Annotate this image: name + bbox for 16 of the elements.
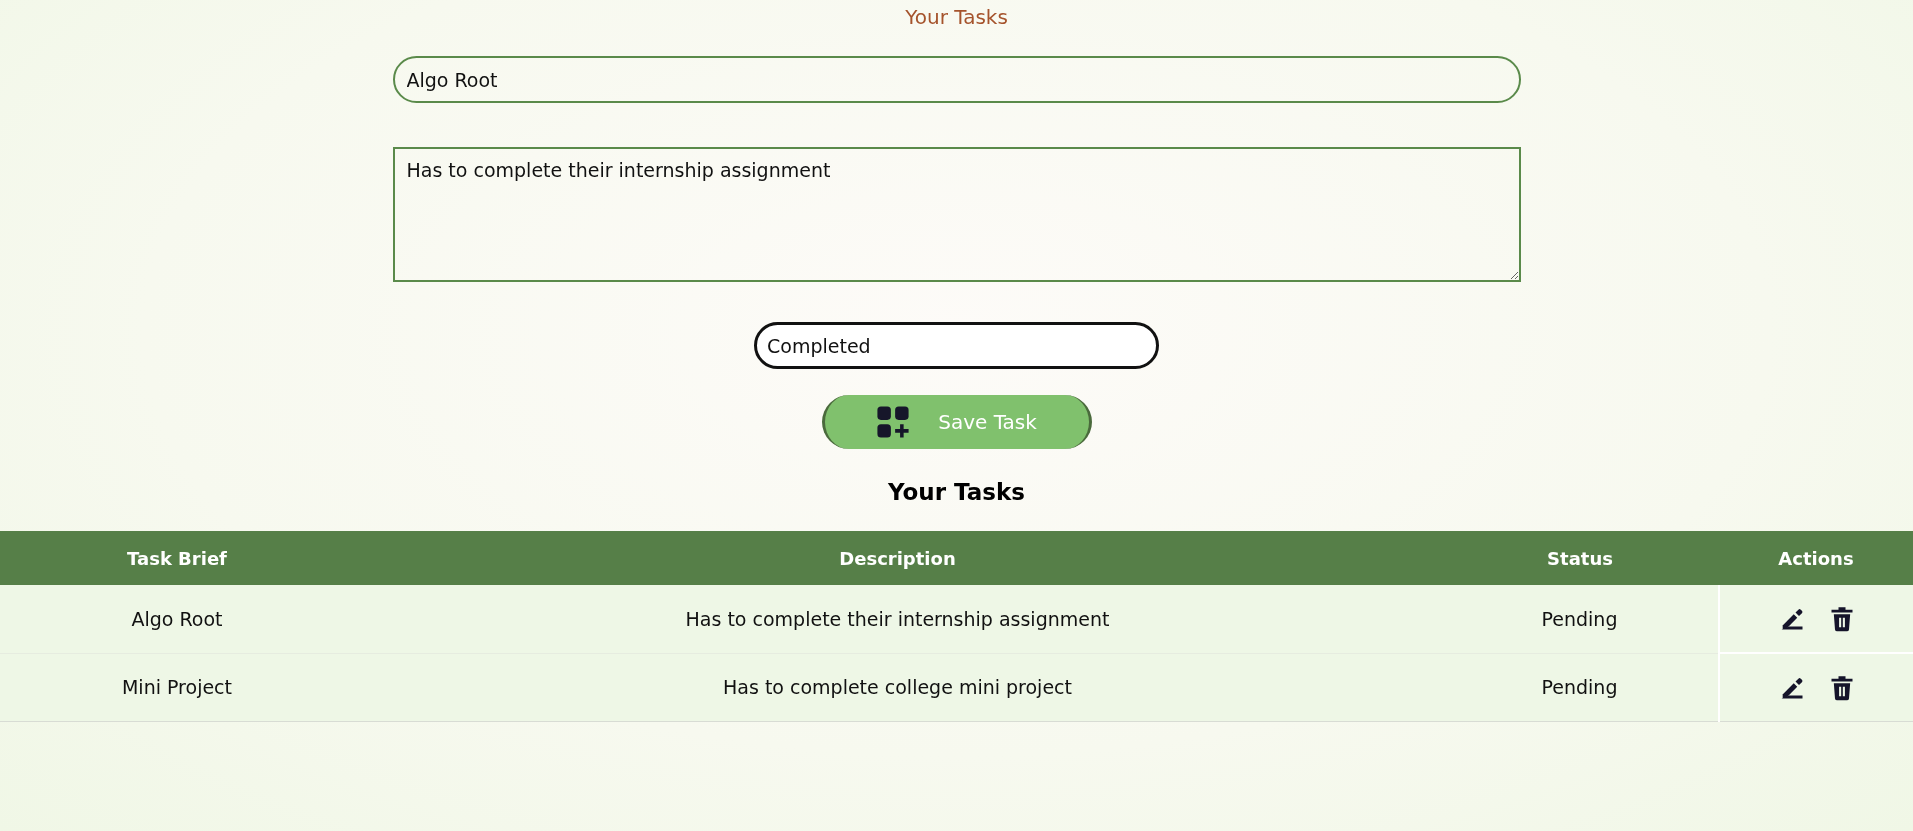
description-field[interactable]: Has to complete their internship assignment — [392, 147, 1521, 282]
table-cell: Pending — [1441, 585, 1719, 653]
column-header: Description — [354, 531, 1441, 585]
table-cell: Pending — [1441, 653, 1719, 722]
table-cell: Has to complete college mini project — [354, 653, 1441, 722]
table-cell: Algo Root — [0, 585, 354, 653]
table-cell: Has to complete their internship assignment — [354, 585, 1441, 653]
status-field[interactable]: Completed — [754, 322, 1159, 369]
task-brief-field[interactable]: Algo Root — [392, 56, 1521, 103]
section-heading: Your Tasks — [888, 478, 1025, 507]
add-grid-icon — [876, 405, 911, 439]
column-header: Actions — [1719, 531, 1913, 585]
column-header: Task Brief — [0, 531, 354, 585]
column-header: Status — [1441, 531, 1719, 585]
table-cell: Mini Project — [0, 653, 354, 722]
page-title: Your Tasks — [905, 4, 1008, 30]
